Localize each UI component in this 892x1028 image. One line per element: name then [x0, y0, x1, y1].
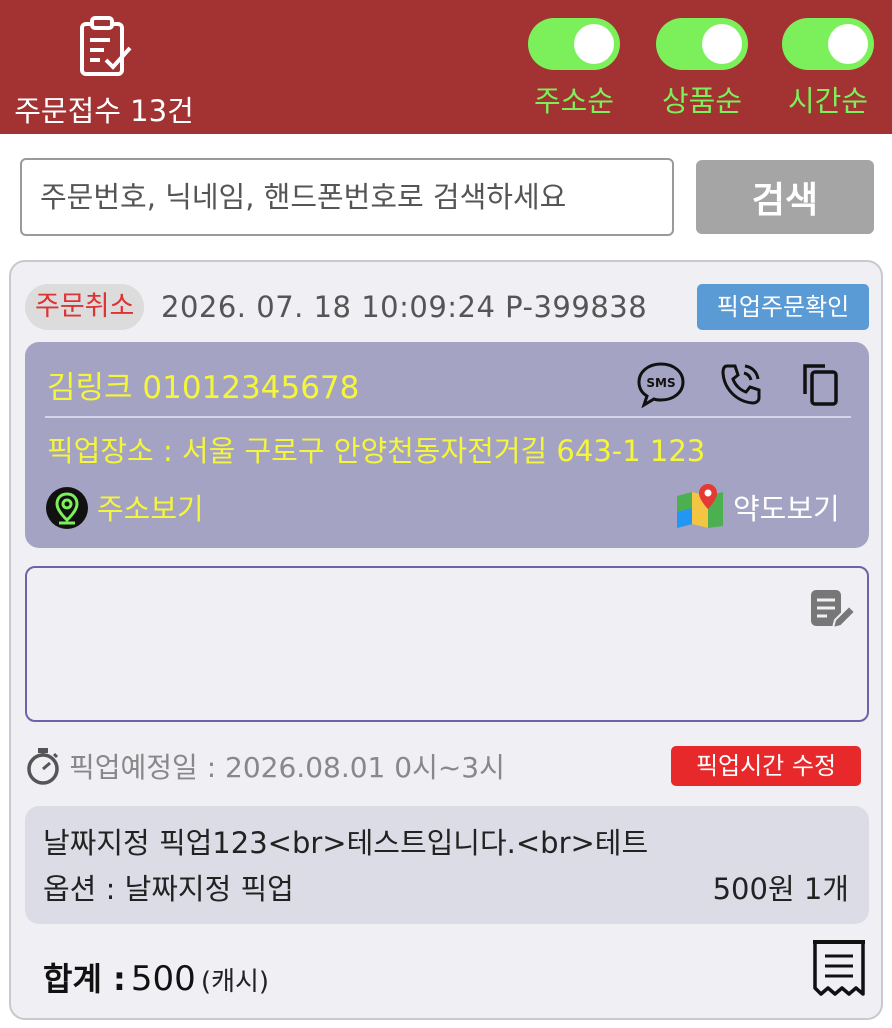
sort-time: 시간순	[780, 18, 876, 128]
phone-call-icon[interactable]	[715, 360, 767, 408]
customer-info: 김링크 01012345678 SMS 픽업장소 : 서울 구로구 안양천동자전…	[25, 342, 869, 548]
address-view-link[interactable]: 주소보기	[97, 486, 204, 528]
sort-time-toggle[interactable]	[782, 18, 874, 70]
sort-address-label: 주소순	[533, 84, 615, 118]
sort-address-toggle[interactable]	[528, 18, 620, 70]
sms-icon[interactable]: SMS	[635, 360, 687, 408]
pickup-confirm-button[interactable]: 픽업주문확인	[697, 284, 869, 330]
product-name: 날짜지정 픽업123<br>테스트입니다.<br>테트	[43, 826, 649, 860]
stopwatch-icon	[27, 748, 59, 785]
sms-icon-text: SMS	[646, 376, 675, 390]
order-meta: 2026. 07. 18 10:09:24 P-399838	[161, 290, 648, 324]
customer-name-phone: 김링크 01012345678	[47, 370, 360, 406]
search-button[interactable]: 검색	[696, 160, 874, 234]
order-count[interactable]: 주문접수 13건	[14, 14, 194, 128]
header-bar: 주문접수 13건 주소순 상품순 시간순	[0, 0, 892, 134]
pickup-location: 픽업장소 : 서울 구로구 안양천동자전거길 643-1 123	[47, 434, 706, 468]
product-option: 옵션 : 날짜지정 픽업	[43, 872, 294, 906]
memo-field[interactable]	[25, 566, 869, 722]
toggle-knob	[574, 24, 614, 64]
sort-product-label: 상품순	[661, 84, 743, 118]
order-card: 주문취소 2026. 07. 18 10:09:24 P-399838 픽업주문…	[9, 260, 883, 1020]
sort-product-toggle[interactable]	[656, 18, 748, 70]
toggle-knob	[828, 24, 868, 64]
pickup-date: 픽업예정일 : 2026.08.01 0시~3시	[69, 751, 505, 784]
pickup-time-edit-button[interactable]: 픽업시간 수정	[671, 746, 861, 786]
total-amount: 500	[130, 959, 196, 999]
total-unit: (캐시)	[200, 967, 270, 997]
order-total: 합계 : 500 (캐시)	[43, 954, 269, 1000]
toggle-knob	[702, 24, 742, 64]
map-icon[interactable]	[675, 482, 725, 528]
sort-address: 주소순	[526, 18, 622, 128]
clipboard-check-icon	[80, 16, 132, 76]
product-price-qty: 500원 1개	[712, 872, 849, 906]
status-badge: 주문취소	[25, 284, 145, 330]
receipt-icon[interactable]	[811, 938, 867, 998]
map-view-link[interactable]: 약도보기	[733, 486, 840, 528]
location-pin-icon[interactable]	[45, 486, 89, 530]
search-input[interactable]	[20, 158, 674, 236]
divider	[45, 416, 851, 418]
sort-product: 상품순	[654, 18, 750, 128]
copy-icon[interactable]	[795, 360, 847, 408]
order-count-label: 주문접수 13건	[14, 94, 194, 128]
total-label: 합계 :	[43, 960, 126, 998]
product-item: 날짜지정 픽업123<br>테스트입니다.<br>테트 옵션 : 날짜지정 픽업…	[25, 806, 869, 924]
memo-edit-icon[interactable]	[807, 586, 855, 634]
sort-time-label: 시간순	[787, 84, 869, 118]
